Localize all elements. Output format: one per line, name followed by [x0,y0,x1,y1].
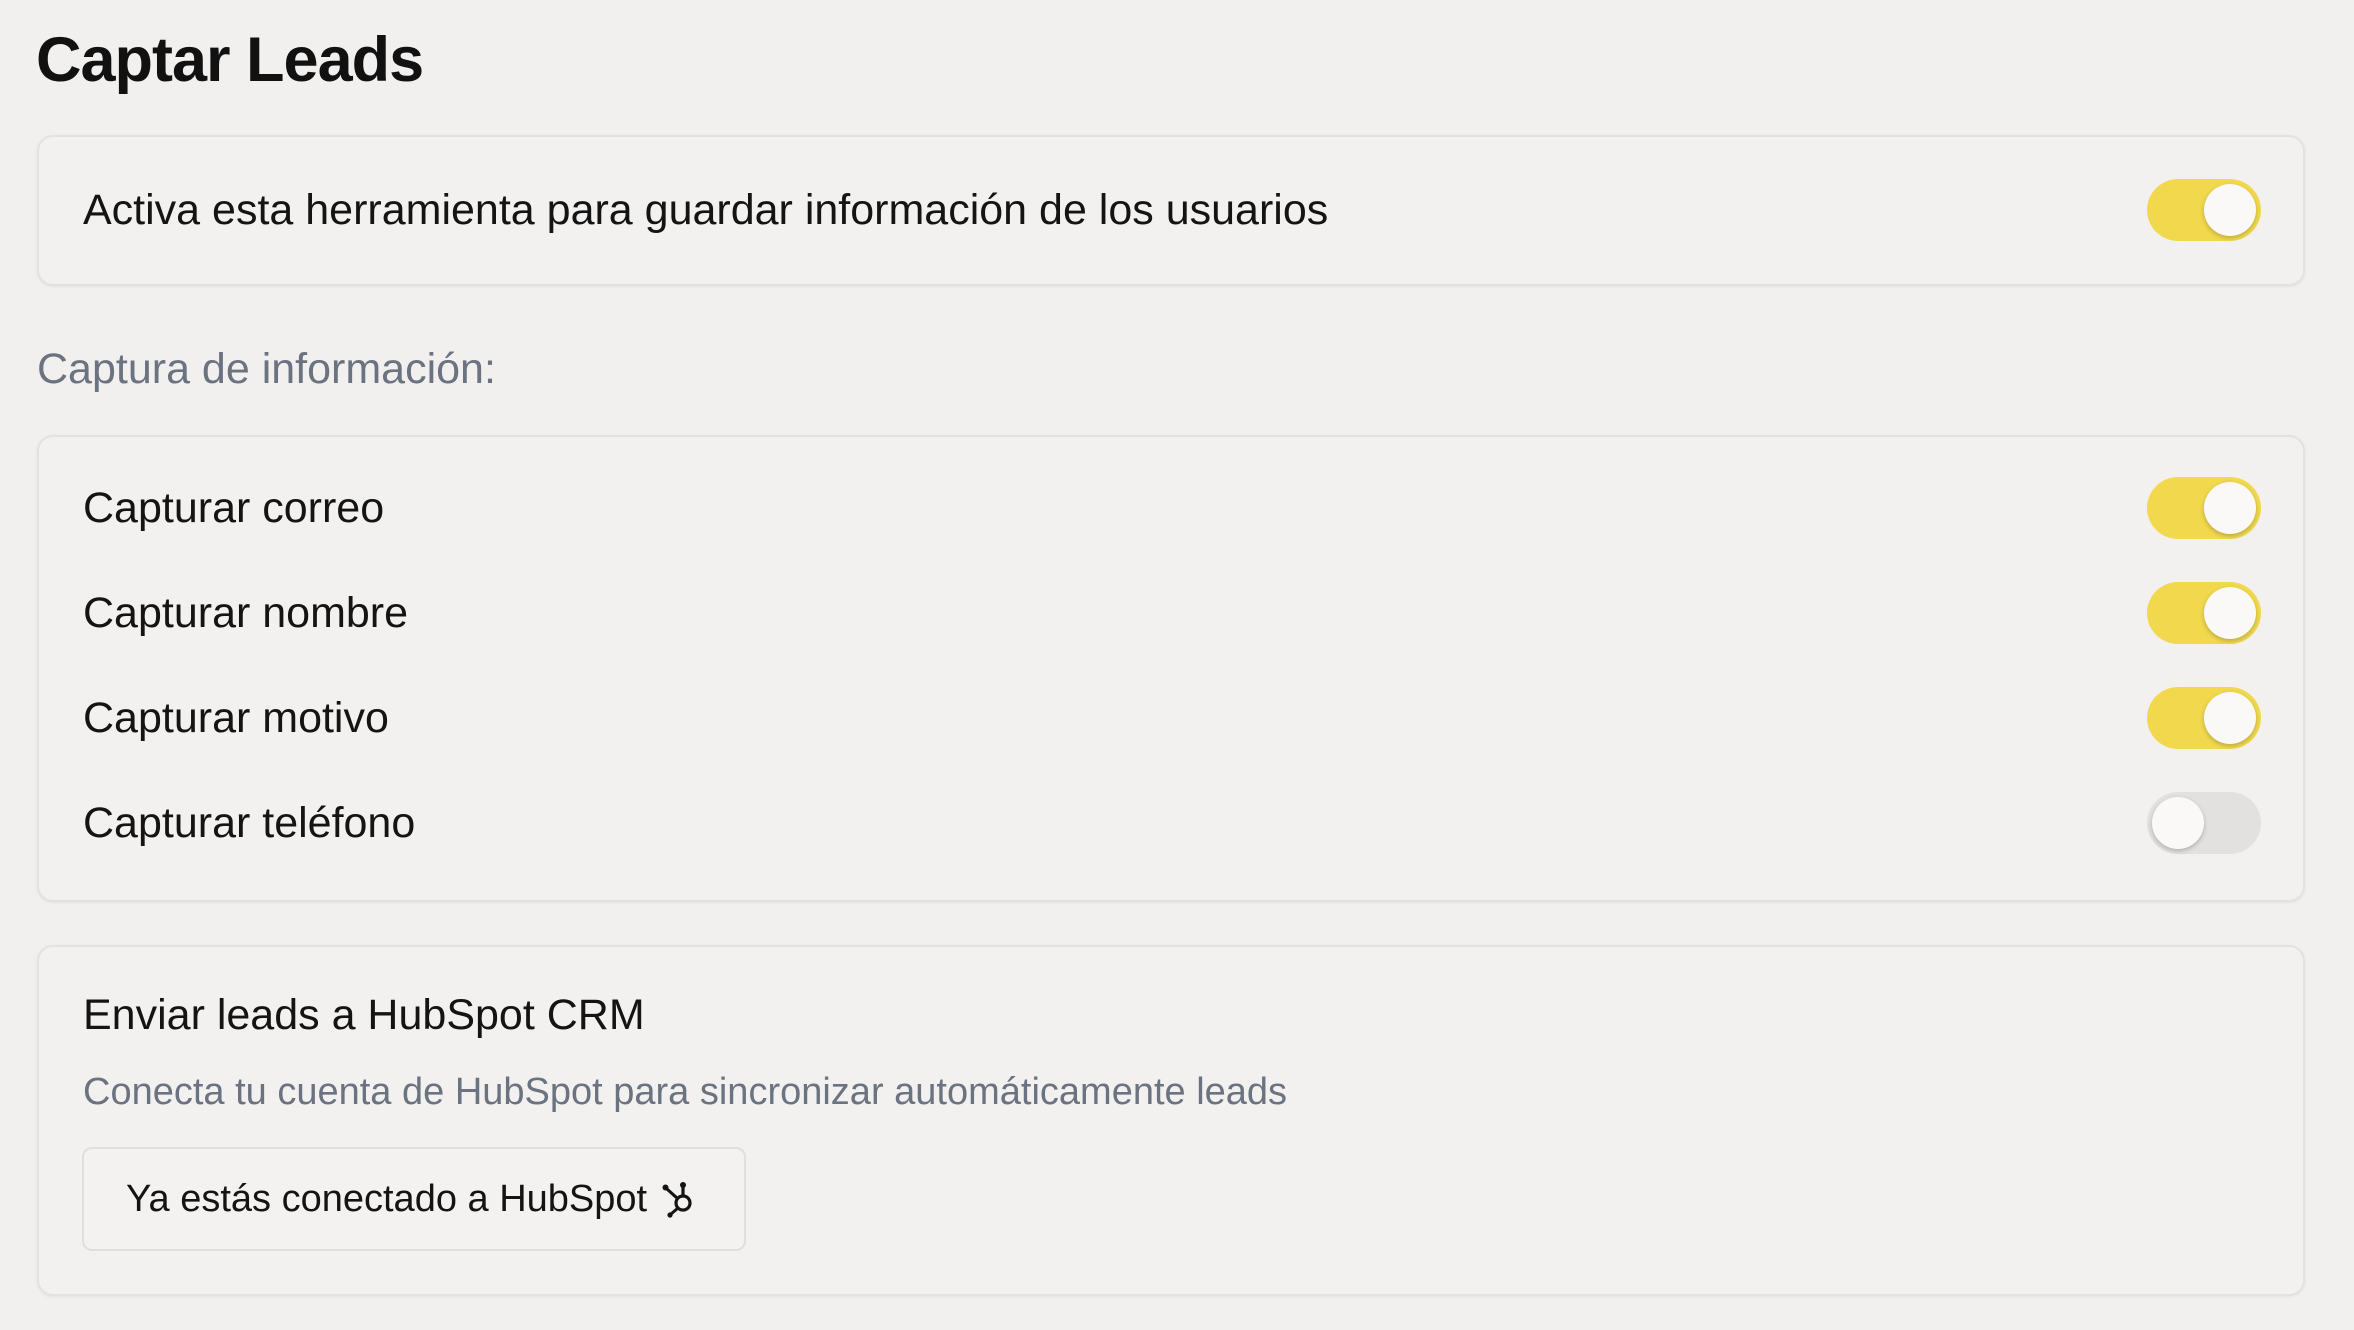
hubspot-title: Enviar leads a HubSpot CRM [83,991,645,1039]
capture-name-toggle[interactable] [2147,582,2261,644]
hubspot-connected-button[interactable]: Ya estás conectado a HubSpot [82,1147,746,1251]
main-toggle-label: Activa esta herramienta para guardar inf… [83,185,1329,234]
toggle-knob [2204,184,2256,236]
capture-name-label: Capturar nombre [83,588,409,637]
capture-phone-toggle[interactable] [2147,792,2261,854]
main-toggle-row: Activa esta herramienta para guardar inf… [83,175,2261,245]
toggle-knob [2204,587,2256,639]
toggle-knob [2204,692,2256,744]
main-toggle-switch[interactable] [2147,179,2261,241]
capture-row-email: Capturar correo [83,473,2261,543]
toggle-knob [2204,482,2256,534]
capture-phone-label: Capturar teléfono [83,798,416,847]
capture-row-reason: Capturar motivo [83,683,2261,753]
capture-reason-toggle[interactable] [2147,687,2261,749]
hubspot-button-label: Ya estás conectado a HubSpot [126,1177,648,1220]
toggle-knob [2152,797,2204,849]
capture-row-name: Capturar nombre [83,578,2261,648]
hubspot-description: Conecta tu cuenta de HubSpot para sincro… [83,1071,1288,1113]
capture-email-toggle[interactable] [2147,477,2261,539]
hubspot-icon [661,1180,699,1218]
capture-email-label: Capturar correo [83,483,385,532]
main-toggle-card: Activa esta herramienta para guardar inf… [37,135,2305,286]
page-title: Captar Leads [36,25,424,95]
capture-section-label: Captura de información: [37,345,496,393]
hubspot-card: Enviar leads a HubSpot CRM Conecta tu cu… [37,945,2305,1296]
capture-card: Capturar correo Capturar nombre Capturar… [37,435,2305,902]
capture-reason-label: Capturar motivo [83,693,389,742]
capture-row-phone: Capturar teléfono [83,788,2261,858]
